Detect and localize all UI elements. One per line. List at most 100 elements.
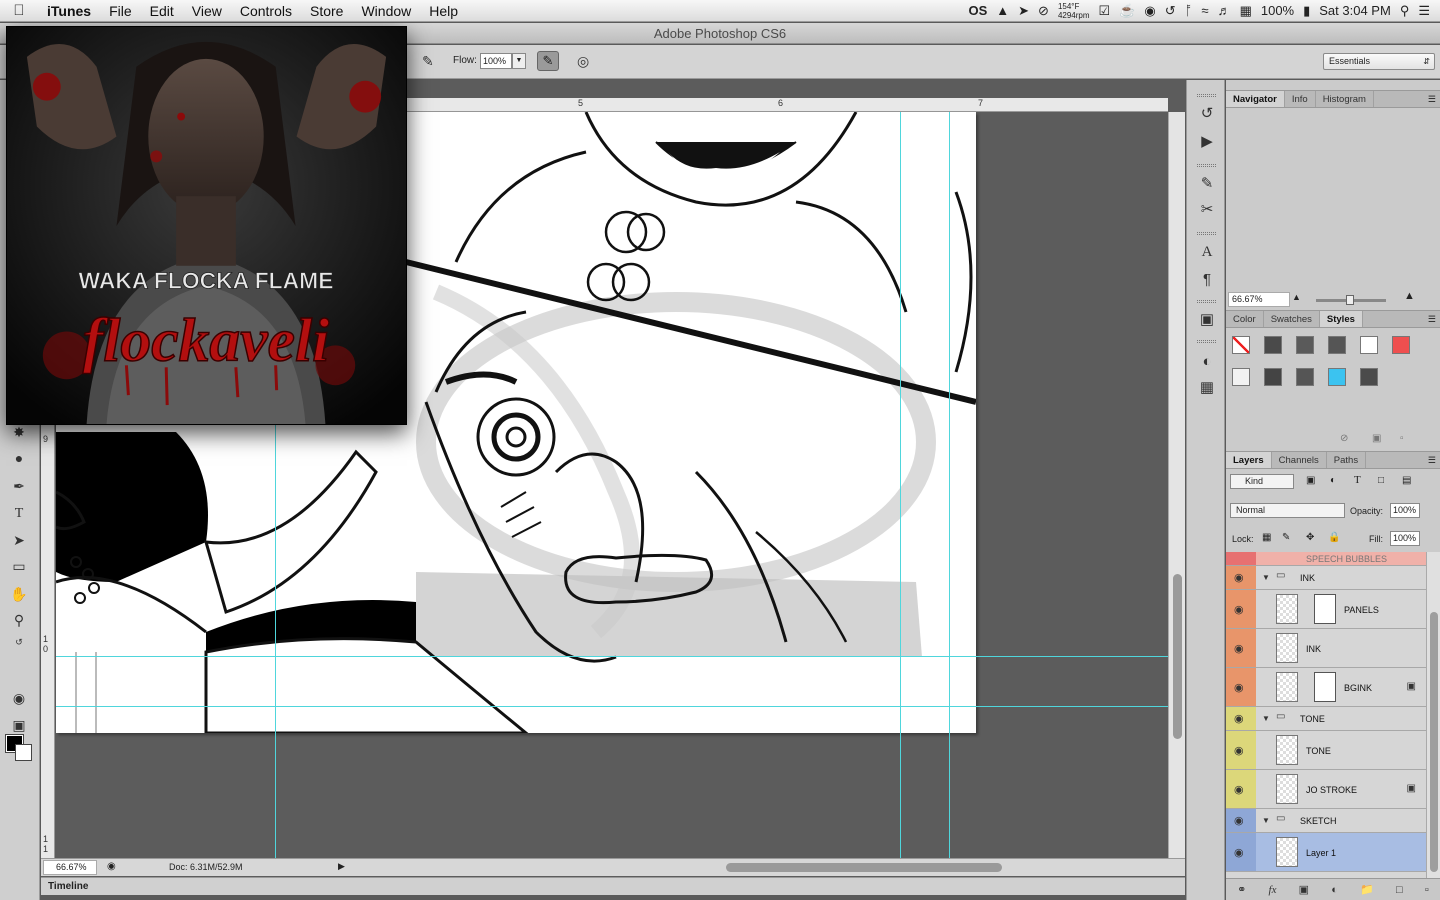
guide-horizontal[interactable] [56, 656, 976, 657]
new-layer-icon[interactable]: □ [1396, 884, 1403, 896]
horizontal-scroll-thumb[interactable] [726, 863, 1002, 872]
visibility-eye-icon[interactable]: ◉ [1234, 712, 1244, 725]
send-icon[interactable]: ➤ [1018, 3, 1029, 19]
filter-adjustment-icon[interactable]: ◐ [1330, 475, 1336, 486]
layer-mask-thumbnail[interactable] [1314, 594, 1336, 624]
zoom-out-icon[interactable]: ▲ [1292, 292, 1301, 302]
brush-presets-icon[interactable]: ✎ [1196, 174, 1218, 194]
hand-tool-icon[interactable]: ✋ [8, 584, 30, 604]
time-machine-icon[interactable]: ↺ [1165, 3, 1176, 19]
vertical-scrollbar[interactable] [1168, 112, 1185, 858]
grip-handle[interactable] [1197, 340, 1216, 343]
style-swatch[interactable] [1328, 336, 1346, 354]
layer-row-partial[interactable]: SPEECH BUBBLES [1226, 552, 1426, 566]
panel-menu-icon[interactable]: ☰ [1428, 311, 1436, 328]
new-adjustment-icon[interactable]: ◐ [1331, 884, 1338, 896]
layer-group-row[interactable]: ◉ ▼ ▭ INK [1226, 566, 1426, 590]
blur-tool-icon[interactable]: ✸ [8, 422, 30, 442]
airbrush-toggle-icon[interactable]: ✎ [537, 51, 559, 71]
delete-layer-icon[interactable]: ▫ [1425, 884, 1429, 896]
style-swatch[interactable] [1232, 368, 1250, 386]
visibility-eye-icon[interactable]: ◉ [1234, 603, 1244, 616]
flow-input[interactable]: 100% [480, 53, 512, 69]
zoom-field[interactable]: 66.67% [43, 860, 97, 875]
zoom-in-icon[interactable]: ▲ [1404, 290, 1415, 302]
timeline-panel-tab[interactable]: Timeline [41, 877, 1185, 895]
vertical-scroll-thumb[interactable] [1173, 574, 1182, 739]
filter-type-icon[interactable]: T [1354, 474, 1361, 486]
grip-handle[interactable] [1197, 232, 1216, 235]
tab-navigator[interactable]: Navigator [1226, 91, 1285, 107]
guide-horizontal[interactable] [976, 706, 1168, 707]
style-swatch[interactable] [1328, 368, 1346, 386]
dodge-tool-icon[interactable]: ● [8, 448, 30, 468]
style-swatch[interactable] [1296, 368, 1314, 386]
layer-group-row[interactable]: ◉ ▼ ▭ SKETCH [1226, 809, 1426, 833]
filter-shape-icon[interactable]: □ [1378, 475, 1384, 486]
wifi-icon[interactable]: ≈ [1201, 3, 1208, 18]
guide-vertical[interactable] [900, 112, 901, 733]
visibility-eye-icon[interactable]: ◉ [1234, 814, 1244, 827]
lock-all-icon[interactable]: 🔒 [1328, 532, 1340, 543]
menu-file[interactable]: File [100, 3, 141, 19]
quick-mask-icon[interactable]: ◉ [8, 688, 30, 708]
add-mask-icon[interactable]: ▣ [1299, 883, 1309, 896]
layer-row[interactable]: ◉ Layer 1 [1226, 833, 1426, 872]
blend-mode-select[interactable]: Normal [1230, 503, 1345, 518]
style-swatch[interactable] [1360, 336, 1378, 354]
filter-kind-select[interactable]: Kind [1230, 474, 1294, 489]
pen-tool-icon[interactable]: ✒ [8, 476, 30, 496]
style-swatch[interactable] [1296, 336, 1314, 354]
layer-comps-icon[interactable]: ▦ [1196, 378, 1218, 398]
style-swatch[interactable] [1264, 368, 1282, 386]
navigator-zoom-slider[interactable] [1316, 295, 1386, 305]
coffee-icon[interactable]: ☕ [1119, 3, 1135, 19]
menu-store[interactable]: Store [301, 3, 352, 19]
workspace-select[interactable]: Essentials ⇵ [1323, 53, 1435, 70]
tab-color[interactable]: Color [1226, 311, 1264, 327]
guide-vertical[interactable] [949, 112, 950, 733]
tab-paths[interactable]: Paths [1327, 452, 1367, 468]
lock-image-icon[interactable]: ✎ [1282, 532, 1290, 543]
zoom-tool-icon[interactable]: ⚲ [8, 610, 30, 630]
style-swatch[interactable] [1392, 336, 1410, 354]
layer-row[interactable]: ◉ PANELS [1226, 590, 1426, 629]
filter-smart-object-icon[interactable]: ▤ [1402, 475, 1411, 486]
tab-histogram[interactable]: Histogram [1316, 91, 1374, 107]
paragraph-icon[interactable]: ¶ [1196, 270, 1218, 290]
layer-mask-thumbnail[interactable] [1314, 672, 1336, 702]
group-expand-icon[interactable]: ▼ [1262, 573, 1270, 582]
os-badge-icon[interactable]: OS [968, 3, 987, 18]
background-color-swatch[interactable] [15, 744, 32, 761]
menu-help[interactable]: Help [420, 3, 467, 19]
spotlight-search-icon[interactable]: ⚲ [1400, 3, 1410, 19]
tab-channels[interactable]: Channels [1272, 452, 1327, 468]
style-swatch[interactable] [1232, 336, 1250, 354]
rectangle-tool-icon[interactable]: ▭ [8, 556, 30, 576]
layer-group-row[interactable]: ◉ ▼ ▭ TONE [1226, 707, 1426, 731]
lock-position-icon[interactable]: ✥ [1306, 532, 1314, 543]
clone-source-icon[interactable]: ✂ [1196, 200, 1218, 220]
menu-app-itunes[interactable]: iTunes [38, 3, 100, 19]
visibility-eye-icon[interactable]: ◉ [1234, 744, 1244, 757]
layer-row[interactable]: ◉ TONE [1226, 731, 1426, 770]
filter-pixel-icon[interactable]: ▣ [1306, 475, 1315, 486]
adjustments-icon[interactable]: ◐ [1196, 352, 1218, 372]
temperature-readout[interactable]: 154°F 4294rpm [1058, 2, 1090, 20]
visibility-eye-icon[interactable]: ◉ [1234, 846, 1244, 859]
swap-colors-icon[interactable]: ↺ [8, 632, 30, 652]
menu-edit[interactable]: Edit [141, 3, 183, 19]
status-info-icon[interactable]: ◉ [107, 861, 116, 872]
eye-icon[interactable]: ◉ [1144, 3, 1155, 19]
visibility-eye-icon[interactable]: ◉ [1234, 571, 1244, 584]
guide-vertical[interactable] [900, 733, 901, 858]
grip-handle[interactable] [1197, 300, 1216, 303]
screen-mode-icon[interactable]: ▣ [8, 715, 30, 735]
opacity-input[interactable]: 100% [1390, 503, 1420, 518]
apple-menu-icon[interactable]:  [0, 2, 38, 19]
guide-horizontal[interactable] [56, 706, 976, 707]
link-layers-icon[interactable]: ⚭ [1237, 883, 1246, 896]
character-icon[interactable]: A [1196, 242, 1218, 262]
guide-horizontal[interactable] [976, 656, 1168, 657]
guide-vertical[interactable] [275, 733, 276, 858]
